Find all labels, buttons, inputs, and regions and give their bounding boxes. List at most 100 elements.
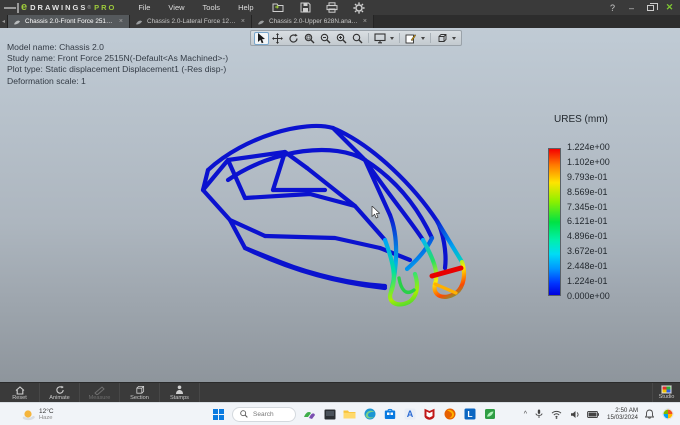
deformation-scale-text: Deformation scale: 1 <box>7 75 86 86</box>
legend-tick: 8.569e-01 <box>567 186 608 197</box>
mcafee-shield-icon[interactable] <box>423 408 436 421</box>
logo-e: e <box>21 1 28 13</box>
print-icon[interactable] <box>326 1 339 14</box>
svg-text:L: L <box>467 409 472 419</box>
clock-date: 15/03/2024 <box>607 414 638 421</box>
stamps-button[interactable]: Stamps <box>160 383 200 402</box>
taskbar-search[interactable]: Search <box>232 406 296 422</box>
search-placeholder: Search <box>253 410 274 418</box>
markup-button[interactable] <box>403 32 418 45</box>
a-letter-app-icon[interactable]: A <box>403 408 416 421</box>
tab-close-icon[interactable]: × <box>119 18 123 25</box>
microphone-icon[interactable] <box>532 408 545 421</box>
save-icon[interactable] <box>299 1 312 14</box>
section-cube-icon <box>135 385 144 394</box>
system-tray: ^ 2:50 AM 15/03/2024 <box>524 407 674 421</box>
zoom-out-tool-button[interactable] <box>318 32 333 45</box>
edge-browser-icon[interactable] <box>363 408 376 421</box>
study-name-text: Study name: Front Force 2515N(-Default<A… <box>7 53 229 64</box>
tab-scroll-button[interactable]: ◂ <box>0 15 8 28</box>
linkedin-icon[interactable]: L <box>463 408 476 421</box>
weather-temp: 12°C <box>39 407 54 415</box>
legend-tick: 0.000e+00 <box>567 290 610 301</box>
rotate-tool-button[interactable] <box>286 32 301 45</box>
view-orientation-button[interactable] <box>372 32 387 45</box>
view-toolbar <box>250 30 462 46</box>
chevron-down-icon[interactable] <box>421 36 425 40</box>
studio-button[interactable]: Studio <box>652 383 680 402</box>
menu-file[interactable]: File <box>130 1 158 14</box>
tab-upper-force[interactable]: Chassis 2.0-Upper 628N.analysis.eprt × <box>252 15 374 28</box>
viewport-canvas[interactable]: Model name: Chassis 2.0 Study name: Fron… <box>0 28 680 382</box>
zoom-in-tool-button[interactable] <box>334 32 349 45</box>
tab-front-force[interactable]: Chassis 2.0-Front Force 2515N.analysis.e… <box>8 15 130 28</box>
bell-icon[interactable] <box>643 408 656 421</box>
reset-button[interactable]: Reset <box>0 383 40 402</box>
animate-icon <box>55 385 64 394</box>
menu-view[interactable]: View <box>160 1 192 14</box>
legend-tick-labels: 1.224e+00 1.102e+00 9.793e-01 8.569e-01 … <box>567 143 610 301</box>
chassis-fea-model[interactable] <box>185 120 475 348</box>
battery-icon[interactable] <box>586 408 599 421</box>
home-icon <box>15 385 24 395</box>
file-explorer-icon[interactable] <box>343 408 356 421</box>
minimize-button[interactable]: – <box>623 1 640 14</box>
open-icon[interactable] <box>272 1 285 14</box>
wifi-icon[interactable] <box>550 408 563 421</box>
settings-gear-icon[interactable] <box>353 1 366 14</box>
menu-help[interactable]: Help <box>230 1 261 14</box>
views-cube-button[interactable] <box>434 32 449 45</box>
result-legend: URES (mm) 1.224e+00 1.102e+00 9.793e-01 … <box>548 114 610 301</box>
select-tool-button[interactable] <box>254 31 269 45</box>
search-icon <box>240 410 248 418</box>
measure-icon <box>94 385 105 395</box>
close-button[interactable]: ✕ <box>661 1 678 14</box>
clock-time: 2:50 AM <box>615 407 638 414</box>
legend-tick: 1.224e-01 <box>567 276 608 287</box>
rotate-icon <box>289 33 298 43</box>
logo-bar <box>17 2 19 13</box>
zoom-area-tool-button[interactable] <box>302 32 317 45</box>
section-button[interactable]: Section <box>120 383 160 402</box>
dark-window-app-icon[interactable] <box>323 408 336 421</box>
firefox-browser-icon[interactable] <box>443 408 456 421</box>
window-controls: ? – ✕ <box>604 1 678 14</box>
zoom-area-icon <box>304 33 315 43</box>
weather-widget[interactable]: 12°C Haze <box>22 408 54 421</box>
studio-icon <box>661 385 672 394</box>
stamp-icon <box>176 385 183 394</box>
volume-icon[interactable] <box>568 408 581 421</box>
legend-tick: 7.345e-01 <box>567 201 608 212</box>
help-button[interactable]: ? <box>604 1 621 14</box>
menu-tools[interactable]: Tools <box>195 1 229 14</box>
legend-color-bar <box>548 148 561 296</box>
chevron-down-icon[interactable] <box>390 36 394 40</box>
weather-haze-icon <box>22 409 35 420</box>
edrawings-logo: e DRAWINGS ® PRO <box>4 2 116 13</box>
monitor-icon <box>373 32 386 43</box>
mouse-cursor-icon <box>371 206 380 219</box>
tab-lateral-force[interactable]: Chassis 2.0-Lateral Force 1256N.analysis… <box>130 15 252 28</box>
menubar: File View Tools Help <box>130 1 261 14</box>
edrawings-window: e DRAWINGS ® PRO File View Tools Help ? … <box>0 0 680 425</box>
windows-logo-icon <box>213 408 224 420</box>
microsoft-store-icon[interactable] <box>383 408 396 421</box>
chevron-down-icon[interactable] <box>452 36 456 40</box>
document-icon <box>14 20 21 25</box>
green-app-icon[interactable] <box>483 408 496 421</box>
legend-tick: 9.793e-01 <box>567 171 608 182</box>
animate-button[interactable]: Animate <box>40 383 80 402</box>
tab-close-icon[interactable]: × <box>363 18 367 25</box>
chevron-up-icon[interactable]: ^ <box>524 411 527 418</box>
copilot-icon[interactable] <box>661 408 674 421</box>
tab-close-icon[interactable]: × <box>241 18 245 25</box>
taskbar-clock[interactable]: 2:50 AM 15/03/2024 <box>607 407 638 421</box>
start-button[interactable] <box>212 408 225 421</box>
birds-app-icon[interactable] <box>303 408 316 421</box>
legend-tick: 1.102e+00 <box>567 156 610 167</box>
toolbar-separator <box>399 33 400 43</box>
pan-tool-button[interactable] <box>270 32 285 45</box>
tab-label: Chassis 2.0-Upper 628N.analysis.eprt <box>269 18 359 25</box>
restore-button[interactable] <box>642 1 659 14</box>
zoom-fit-tool-button[interactable] <box>350 32 365 45</box>
